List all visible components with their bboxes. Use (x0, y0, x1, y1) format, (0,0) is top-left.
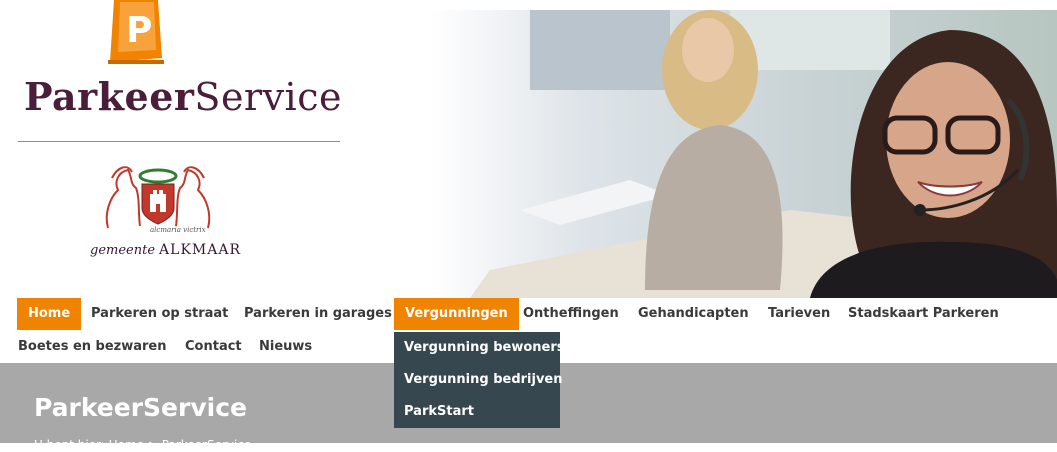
gemeente-label: gemeente ALKMAAR (90, 242, 241, 258)
menu-item-vergunning-bewoners[interactable]: Vergunning bewoners (394, 332, 564, 364)
vergunningen-dropdown-menu: Vergunning bewoners Vergunning bedrijven… (394, 332, 564, 428)
nav-ontheffingen[interactable]: Ontheffingen (523, 298, 619, 330)
nav-gehandicapten[interactable]: Gehandicapten (638, 298, 749, 330)
nav-boetes-en-bezwaren[interactable]: Boetes en bezwaren (18, 331, 167, 363)
nav-contact[interactable]: Contact (185, 331, 242, 363)
main-nav: Home Parkeren op straat Parkeren in gara… (0, 298, 1057, 330)
nav-vergunningen[interactable]: Vergunningen (394, 298, 519, 330)
header-photo (430, 10, 1057, 298)
page-title: ParkeerService (34, 393, 247, 422)
site-header: P ParkeerService alcmaria victrix gemeen… (0, 0, 1057, 298)
svg-text:P: P (126, 10, 152, 51)
menu-item-parkstart[interactable]: ParkStart (394, 396, 560, 428)
motto-text: alcmaria victrix (150, 226, 206, 234)
parking-sign-logo-icon: P (108, 0, 164, 64)
breadcrumb: U bent hier: Home > ParkeerService (34, 438, 252, 452)
nav-stadskaart-parkeren[interactable]: Stadskaart Parkeren (848, 298, 999, 330)
nav-parkeren-in-garages[interactable]: Parkeren in garages (244, 298, 392, 330)
menu-item-vergunning-bedrijven[interactable]: Vergunning bedrijven (394, 364, 563, 396)
nav-nieuws[interactable]: Nieuws (259, 331, 312, 363)
nav-home[interactable]: Home (17, 298, 82, 330)
logo-divider (18, 141, 340, 142)
nav-tarieven[interactable]: Tarieven (768, 298, 830, 330)
brand-name: ParkeerService (24, 74, 342, 119)
logo-area[interactable]: P ParkeerService alcmaria victrix gemeen… (0, 0, 420, 298)
nav-parkeren-op-straat[interactable]: Parkeren op straat (91, 298, 228, 330)
